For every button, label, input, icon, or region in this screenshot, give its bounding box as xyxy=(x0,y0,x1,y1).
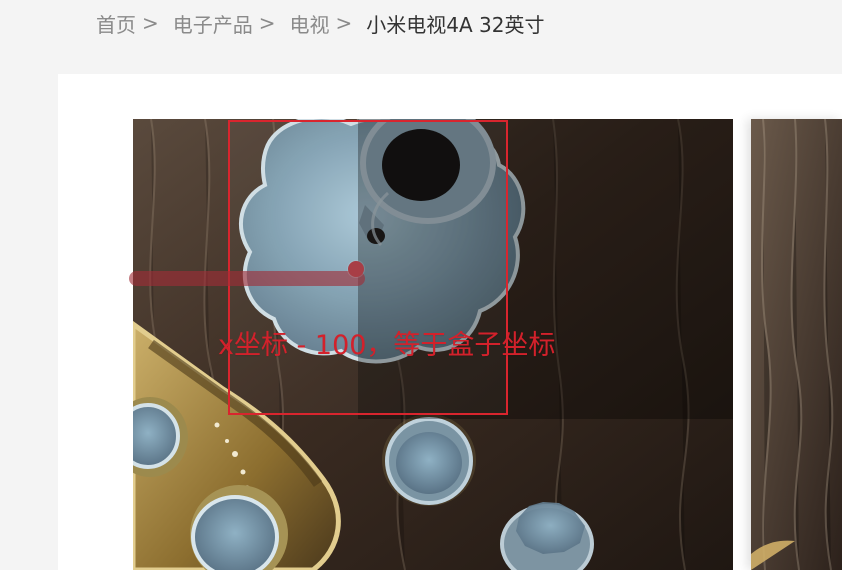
breadcrumb-separator-icon: > xyxy=(258,11,276,35)
annotation-drag-track[interactable] xyxy=(129,271,365,286)
breadcrumb-separator-icon: > xyxy=(335,11,353,35)
annotation-drag-handle[interactable] xyxy=(348,261,364,277)
zoom-lens-box[interactable] xyxy=(228,120,508,415)
breadcrumb-separator-icon: > xyxy=(142,11,159,35)
side-photo-illustration xyxy=(751,119,842,570)
breadcrumb-current-item: 小米电视4A 32英寸 xyxy=(366,12,545,37)
coordinate-annotation: x坐标 - 100，等于盒子坐标 xyxy=(218,330,556,361)
breadcrumb: 首页 > 电子产品 > 电视 > 小米电视4A 32英寸 xyxy=(96,8,545,38)
breadcrumb-home-link[interactable]: 首页 xyxy=(96,9,136,38)
breadcrumb-electronics-link[interactable]: 电子产品 xyxy=(173,9,253,38)
breadcrumb-tv-link[interactable]: 电视 xyxy=(290,9,330,38)
small-cup-center-illustration xyxy=(382,414,476,506)
side-thumbnail-image[interactable] xyxy=(751,119,842,570)
